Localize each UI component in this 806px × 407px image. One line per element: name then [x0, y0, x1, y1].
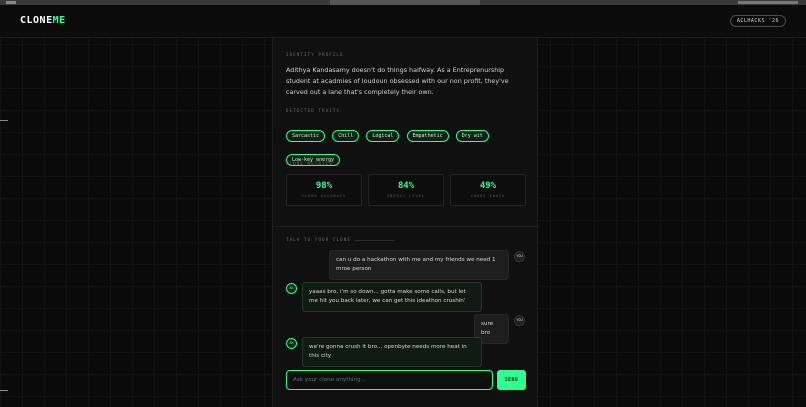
metric-label: CHAOS INDEX — [470, 194, 506, 198]
chat-message-clone: yaaas bro, i'm so down... gotta make som… — [302, 282, 482, 312]
chat-message-user: can u do a hackathon with me and my frie… — [329, 250, 509, 280]
metric-chaos-index: 49% CHAOS INDEX — [450, 174, 526, 206]
metric-value: 98% — [315, 181, 333, 191]
detected-traits-label-text: DETECTED TRAITS — [286, 108, 341, 113]
edge-divider — [0, 120, 8, 121]
label-rule — [354, 239, 395, 241]
clone-metrics-label: CLONE METRICS — [286, 161, 333, 166]
metric-value: 84% — [397, 181, 415, 191]
window-controls-icon[interactable] — [6, 1, 16, 4]
identity-profile-label: IDENTITY PROFILE — [286, 52, 344, 57]
clone-avatar: AK — [286, 338, 297, 349]
metric-value: 49% — [479, 181, 497, 191]
identity-profile-label-text: IDENTITY PROFILE — [286, 52, 344, 57]
browser-toolbar-icons[interactable] — [738, 1, 798, 4]
top-navigation-bar: CLONEME ACLHACKS '26 — [0, 5, 806, 38]
app-logo[interactable]: CLONEME — [20, 15, 66, 26]
trait-chip: Empathetic — [406, 130, 449, 142]
send-button[interactable]: SEND — [497, 370, 526, 390]
chat-section-label-text: TALK TO YOUR CLONE — [286, 237, 351, 242]
trait-chip: Logical — [366, 130, 400, 142]
section-divider — [273, 226, 539, 227]
clone-avatar: AK — [286, 283, 297, 294]
metrics-row: 98% CLONE ACCURACY 84% ENERGY LEVEL 49% … — [286, 174, 526, 206]
event-badge[interactable]: ACLHACKS '26 — [729, 15, 786, 27]
trait-chip: Chill — [332, 130, 360, 142]
clone-metrics-label-text: CLONE METRICS — [286, 161, 333, 166]
metric-clone-accuracy: 98% CLONE ACCURACY — [286, 174, 362, 206]
trait-chip: Sarcastic — [286, 130, 326, 142]
trait-chip: Dry wit — [455, 130, 489, 142]
user-avatar: YOU — [514, 315, 525, 326]
logo-accent: ME — [52, 15, 66, 26]
chat-message-clone: we're gonna crush it bro... openbyte nee… — [302, 337, 482, 367]
identity-bio: Adithya Kandasamy doesn't do things half… — [286, 66, 509, 96]
chat-section-label: TALK TO YOUR CLONE — [286, 237, 395, 242]
user-avatar: YOU — [514, 251, 525, 262]
chat-input[interactable] — [286, 370, 493, 390]
edge-divider — [0, 390, 8, 391]
clone-panel: IDENTITY PROFILE Adithya Kandasamy doesn… — [272, 38, 539, 407]
metric-energy-level: 84% ENERGY LEVEL — [368, 174, 444, 206]
metric-label: ENERGY LEVEL — [387, 194, 425, 198]
logo-prefix: CLONE — [20, 15, 53, 26]
metric-label: CLONE ACCURACY — [301, 194, 347, 198]
detected-traits-label: DETECTED TRAITS — [286, 108, 340, 113]
